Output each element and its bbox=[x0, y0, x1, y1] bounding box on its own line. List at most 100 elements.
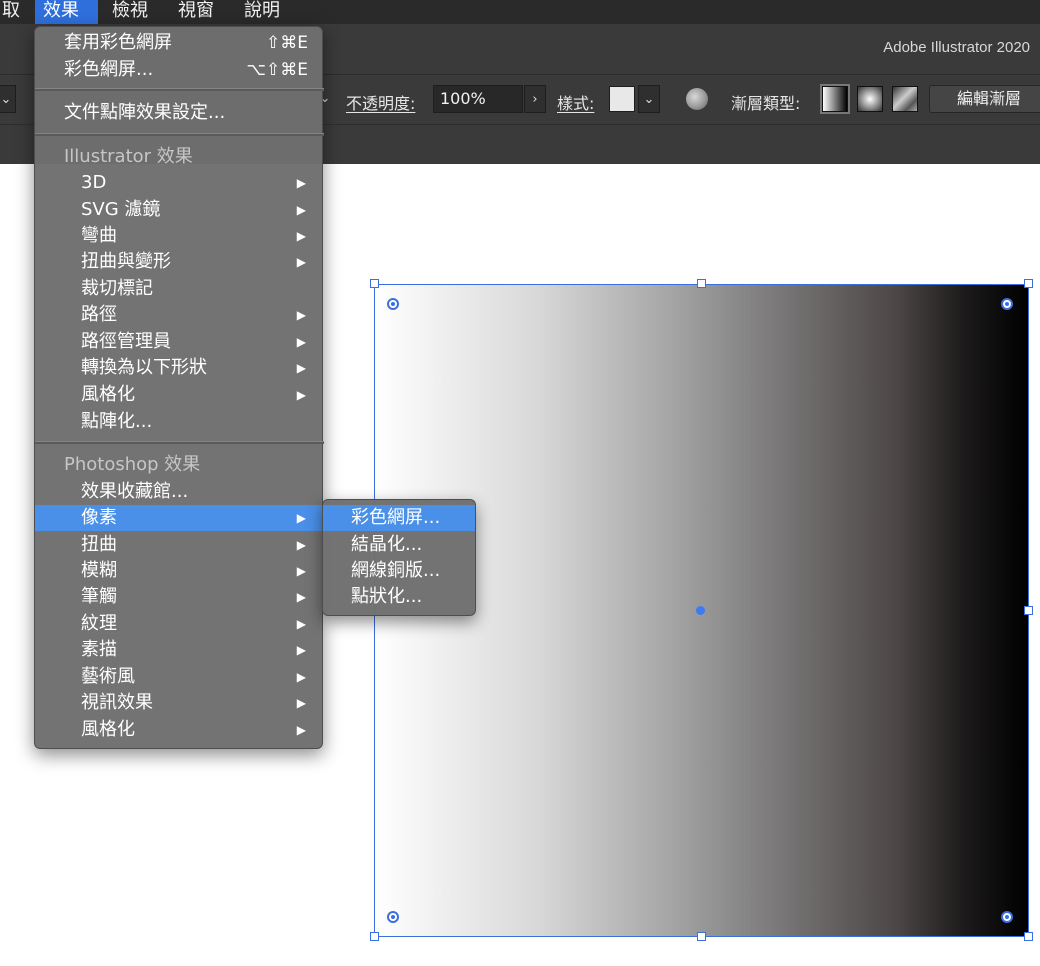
bounding-box-handle[interactable] bbox=[370, 932, 379, 941]
bounding-box-handle[interactable] bbox=[1024, 606, 1033, 615]
chevron-down-icon[interactable]: ⌄ bbox=[0, 85, 16, 113]
submenu-arrow-icon: ▶ bbox=[296, 643, 306, 657]
menubar-item-window[interactable]: 視窗 bbox=[170, 0, 222, 24]
menu-item-crop-marks[interactable]: 裁切標記 bbox=[35, 276, 324, 302]
menu-item-pixelate[interactable]: 像素 ▶ bbox=[35, 505, 324, 531]
menu-item-texture[interactable]: 紋理 ▶ bbox=[35, 611, 324, 637]
submenu-item-mezzotint[interactable]: 網線銅版... bbox=[323, 558, 475, 584]
app-title: Adobe Illustrator 2020 bbox=[883, 39, 1030, 56]
menu-separator bbox=[35, 88, 324, 91]
menu-item-sketch[interactable]: 素描 ▶ bbox=[35, 637, 324, 663]
radial-gradient-icon[interactable] bbox=[857, 86, 883, 112]
menu-item-label: 路徑 bbox=[81, 304, 117, 325]
menu-item-label: 路徑管理員 bbox=[81, 331, 171, 352]
menubar: 取 效果 檢視 視窗 說明 bbox=[0, 0, 1040, 24]
submenu-arrow-icon: ▶ bbox=[296, 670, 306, 684]
bounding-box-handle[interactable] bbox=[370, 279, 379, 288]
menu-item-label: 裁切標記 bbox=[81, 278, 153, 299]
opacity-label[interactable]: 不透明度: bbox=[346, 90, 415, 114]
pixelate-submenu: 彩色網屏... 結晶化... 網線銅版... 點狀化... bbox=[322, 499, 476, 616]
submenu-arrow-icon: ▶ bbox=[296, 564, 306, 578]
submenu-arrow-icon: ▶ bbox=[296, 696, 306, 710]
freeform-gradient-icon[interactable] bbox=[892, 86, 918, 112]
menu-item-label: 模糊 bbox=[81, 560, 117, 581]
menu-item-label: SVG 濾鏡 bbox=[81, 199, 161, 220]
bounding-box-handle[interactable] bbox=[697, 279, 706, 288]
menu-item-label: 文件點陣效果設定... bbox=[64, 102, 226, 123]
menu-item-label: 像素 bbox=[81, 507, 117, 528]
style-swatch[interactable] bbox=[609, 86, 635, 112]
menu-item-label: 風格化 bbox=[81, 384, 135, 405]
menu-item-warp[interactable]: 彎曲 ▶ bbox=[35, 223, 324, 249]
menu-item-apply-last-effect[interactable]: 套用彩色網屏 ⇧⌘E bbox=[35, 30, 324, 56]
menu-item-svg-filters[interactable]: SVG 濾鏡 ▶ bbox=[35, 197, 324, 223]
menu-item-pathfinder[interactable]: 路徑管理員 ▶ bbox=[35, 329, 324, 355]
submenu-arrow-icon: ▶ bbox=[296, 723, 306, 737]
corner-widget[interactable] bbox=[1001, 911, 1013, 923]
recolor-artwork-icon[interactable] bbox=[686, 88, 708, 110]
menu-item-label: 風格化 bbox=[81, 719, 135, 740]
menubar-item-effect[interactable]: 效果 bbox=[35, 0, 98, 24]
shortcut-label: ⇧⌘E bbox=[266, 33, 308, 53]
corner-widget[interactable] bbox=[1001, 298, 1013, 310]
corner-widget[interactable] bbox=[387, 911, 399, 923]
submenu-item-color-halftone[interactable]: 彩色網屏... bbox=[323, 505, 475, 531]
menu-item-3d[interactable]: 3D ▶ bbox=[35, 170, 324, 196]
submenu-item-crystallize[interactable]: 結晶化... bbox=[323, 532, 475, 558]
edit-gradient-button[interactable]: 編輯漸層 bbox=[929, 85, 1040, 113]
illustrator-effects-header: Illustrator 效果 bbox=[64, 146, 193, 167]
opacity-arrow-button[interactable]: › bbox=[524, 85, 546, 113]
submenu-arrow-icon: ▶ bbox=[296, 590, 306, 604]
menu-item-stylize[interactable]: 風格化 ▶ bbox=[35, 382, 324, 408]
bounding-box-handle[interactable] bbox=[1024, 932, 1033, 941]
menu-item-distort-transform[interactable]: 扭曲與變形 ▶ bbox=[35, 249, 324, 275]
photoshop-effects-header: Photoshop 效果 bbox=[64, 454, 201, 475]
menu-item-path[interactable]: 路徑 ▶ bbox=[35, 302, 324, 328]
menu-item-label: 彎曲 bbox=[81, 225, 117, 246]
menu-item-stylize-photoshop[interactable]: 風格化 ▶ bbox=[35, 717, 324, 743]
style-dropdown-arrow[interactable]: ⌄ bbox=[638, 85, 660, 113]
menu-item-label: 紋理 bbox=[81, 613, 117, 634]
submenu-item-pointillize[interactable]: 點狀化... bbox=[323, 584, 475, 610]
menu-item-label: 效果收藏館... bbox=[81, 481, 189, 502]
menubar-item-view[interactable]: 檢視 bbox=[104, 0, 156, 24]
menu-item-label: 3D bbox=[81, 172, 107, 193]
opacity-input[interactable]: 100% bbox=[433, 85, 523, 113]
submenu-arrow-icon: ▶ bbox=[296, 255, 306, 269]
center-point bbox=[696, 606, 705, 615]
menu-item-label: 視訊效果 bbox=[81, 692, 153, 713]
submenu-arrow-icon: ▶ bbox=[296, 335, 306, 349]
submenu-arrow-icon: ▶ bbox=[296, 388, 306, 402]
menu-item-video[interactable]: 視訊效果 ▶ bbox=[35, 690, 324, 716]
shortcut-label: ⌥⇧⌘E bbox=[246, 60, 308, 80]
linear-gradient-icon[interactable] bbox=[822, 86, 848, 112]
menu-item-brush-strokes[interactable]: 筆觸 ▶ bbox=[35, 584, 324, 610]
menu-item-distort[interactable]: 扭曲 ▶ bbox=[35, 532, 324, 558]
menu-item-rasterize[interactable]: 點陣化... bbox=[35, 409, 324, 435]
submenu-arrow-icon: ▶ bbox=[296, 617, 306, 631]
submenu-arrow-icon: ▶ bbox=[296, 538, 306, 552]
menu-item-label: 素描 bbox=[81, 639, 117, 660]
menu-item-document-raster-settings[interactable]: 文件點陣效果設定... bbox=[35, 100, 324, 126]
effect-menu: 套用彩色網屏 ⇧⌘E 彩色網屏... ⌥⇧⌘E 文件點陣效果設定... Illu… bbox=[34, 26, 324, 749]
gradient-type-label: 漸層類型: bbox=[731, 94, 801, 113]
submenu-arrow-icon: ▶ bbox=[296, 361, 306, 375]
menubar-item-select[interactable]: 取 bbox=[0, 0, 28, 24]
bounding-box-handle[interactable] bbox=[697, 932, 706, 941]
menu-item-convert-to-shape[interactable]: 轉換為以下形狀 ▶ bbox=[35, 355, 324, 381]
menu-item-blur[interactable]: 模糊 ▶ bbox=[35, 558, 324, 584]
menu-item-effect-gallery[interactable]: 效果收藏館... bbox=[35, 479, 324, 505]
menu-item-artistic[interactable]: 藝術風 ▶ bbox=[35, 664, 324, 690]
submenu-arrow-icon: ▶ bbox=[296, 308, 306, 322]
corner-widget[interactable] bbox=[387, 298, 399, 310]
menu-item-label: 轉換為以下形狀 bbox=[81, 357, 207, 378]
menu-item-label: 藝術風 bbox=[81, 666, 135, 687]
submenu-arrow-icon: ▶ bbox=[296, 511, 306, 525]
menu-item-label: 點陣化... bbox=[81, 411, 153, 432]
bounding-box-handle[interactable] bbox=[1024, 279, 1033, 288]
menu-separator bbox=[35, 133, 324, 136]
menubar-item-help[interactable]: 說明 bbox=[236, 0, 288, 24]
menu-item-label: 扭曲 bbox=[81, 534, 117, 555]
menu-item-label: 套用彩色網屏 bbox=[64, 32, 172, 53]
menu-item-last-effect[interactable]: 彩色網屏... ⌥⇧⌘E bbox=[35, 57, 324, 83]
